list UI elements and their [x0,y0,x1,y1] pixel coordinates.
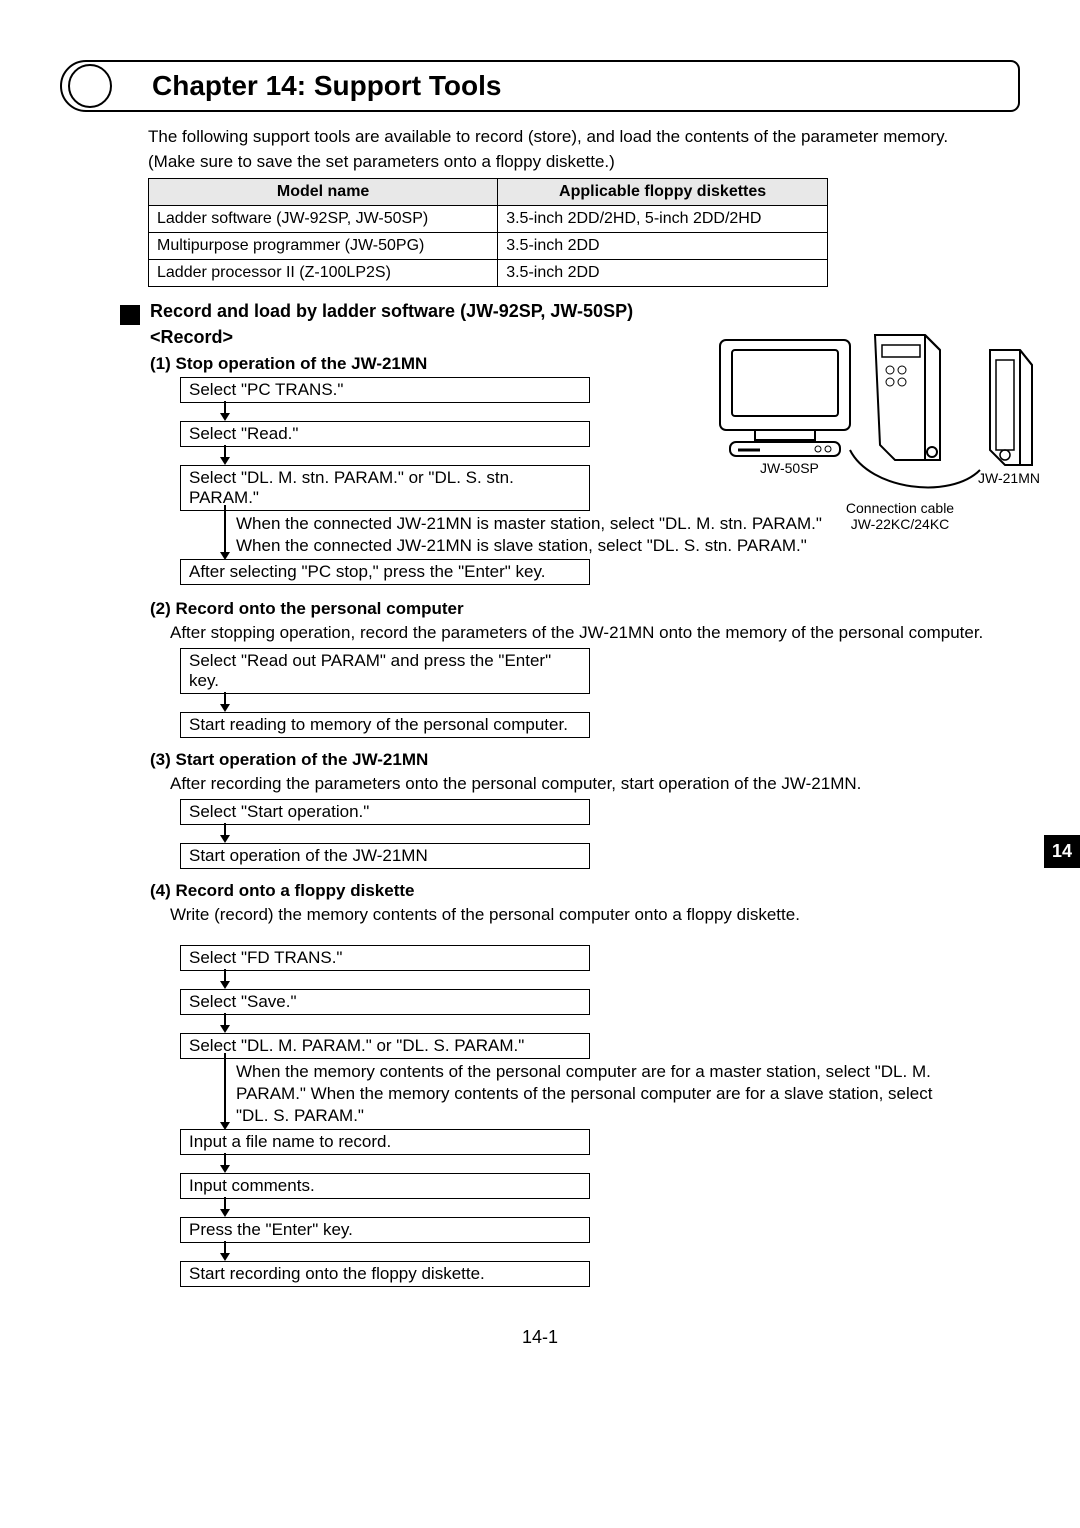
flow-box: Start recording onto the floppy diskette… [180,1261,590,1287]
cable-line1: Connection cable [846,500,954,516]
table-row: Ladder processor II (Z-100LP2S) 3.5-inch… [149,260,828,287]
arrow-down-icon [220,1199,1020,1217]
connection-diagram: JW-50SP JW-21MN Connection cable JW-22KC… [700,330,1040,530]
arrow-down-icon [220,825,1020,843]
arrow-down-icon [220,971,1020,989]
label-cable: Connection cable JW-22KC/24KC [830,500,970,532]
table-row: Multipurpose programmer (JW-50PG) 3.5-in… [149,233,828,260]
section-heading: Record and load by ladder software (JW-9… [150,301,633,322]
arrow-down-icon [220,1015,1020,1033]
step4-heading: (4) Record onto a floppy diskette [150,881,1020,901]
flow-box: Input comments. [180,1173,590,1199]
chapter-tab: 14 [1044,835,1080,868]
arrow-down-icon [220,1243,1020,1261]
tools-table: Model name Applicable floppy diskettes L… [148,178,828,287]
label-jw50sp: JW-50SP [760,460,819,476]
th-diskette: Applicable floppy diskettes [498,179,828,206]
cable-line2: JW-22KC/24KC [851,516,950,532]
th-model: Model name [149,179,498,206]
flow-box: Select "Read out PARAM" and press the "E… [180,648,590,694]
flow-box: Press the "Enter" key. [180,1217,590,1243]
step2-text: After stopping operation, record the par… [170,622,1020,644]
label-jw21mn: JW-21MN [978,470,1040,486]
step2-heading: (2) Record onto the personal computer [150,599,1020,619]
flow-box: Start reading to memory of the personal … [180,712,590,738]
flow-box: Select "DL. M. PARAM." or "DL. S. PARAM.… [180,1033,590,1059]
table-row: Ladder software (JW-92SP, JW-50SP) 3.5-i… [149,206,828,233]
flow-box: Select "DL. M. stn. PARAM." or "DL. S. s… [180,465,590,511]
page-number: 14-1 [60,1327,1020,1348]
diagram-svg [700,330,1040,520]
step4-text: Write (record) the memory contents of th… [170,904,1020,926]
save-note: (Make sure to save the set parameters on… [148,152,1020,172]
flow-box: Select "Start operation." [180,799,590,825]
chapter-title: Chapter 14: Support Tools [152,70,998,102]
arrow-down-icon [220,1155,1020,1173]
flow-box: After selecting "PC stop," press the "En… [180,559,590,585]
flow-box: Input a file name to record. [180,1129,590,1155]
chapter-header: Chapter 14: Support Tools [60,60,1020,112]
intro-text: The following support tools are availabl… [148,126,1020,148]
section-title: Record and load by ladder software (JW-9… [120,301,1020,325]
step3-heading: (3) Start operation of the JW-21MN [150,750,1020,770]
step3-text: After recording the parameters onto the … [170,773,1020,795]
step4-flow: Select "FD TRANS." Select "Save." Select… [180,945,1020,1287]
flow-box: Select "FD TRANS." [180,945,590,971]
bullet-square-icon [120,305,140,325]
step3-flow: Select "Start operation." Start operatio… [180,799,1020,869]
flow-box: Select "PC TRANS." [180,377,590,403]
step2-flow: Select "Read out PARAM" and press the "E… [180,648,1020,738]
flow-box: Select "Save." [180,989,590,1015]
flow-box: Start operation of the JW-21MN [180,843,590,869]
header-circle [68,64,112,108]
flow-box: Select "Read." [180,421,590,447]
arrow-down-icon [220,694,1020,712]
flow-inline-note: When the memory contents of the personal… [220,1059,940,1129]
